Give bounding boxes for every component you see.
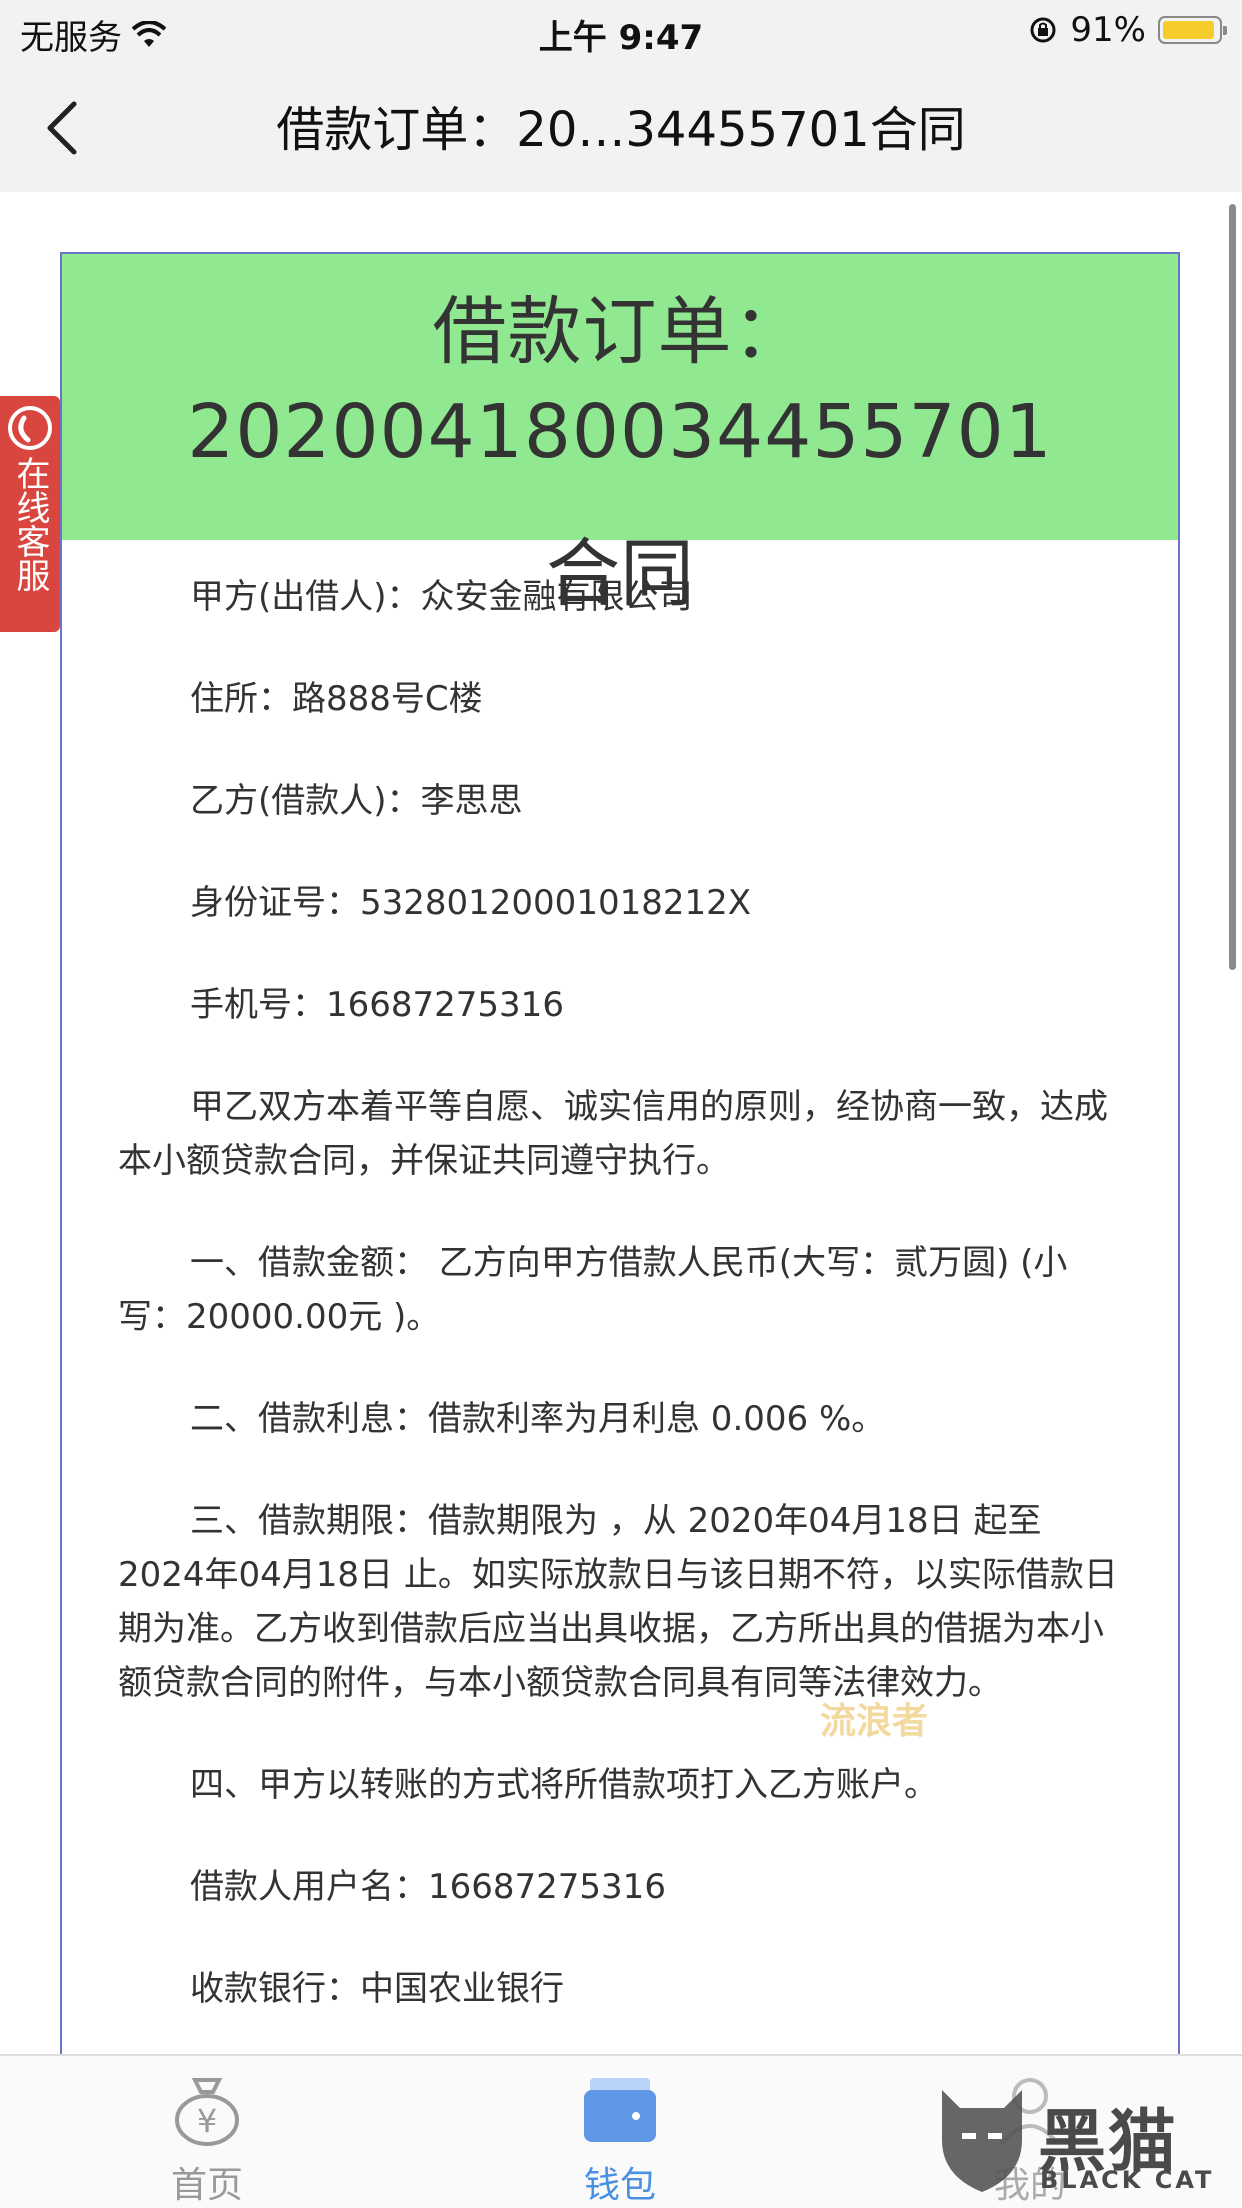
tab-home-label: 首页	[170, 2165, 243, 2206]
scrollbar[interactable]	[1229, 204, 1236, 970]
clause-1: 一、借款金额： 乙方向甲方借款人民币(大写：贰万圆) (小写：20000.00元…	[118, 1243, 1068, 1337]
clause-3: 三、借款期限：借款期限为 ，从 2020年04月18日 起至 2024年04月1…	[118, 1501, 1118, 1703]
borrower-line: 乙方(借款人)：李思思	[190, 781, 523, 821]
contract-title-line1: 借款订单：2020041800344557​01	[187, 289, 1053, 475]
svg-text:¥: ¥	[197, 2102, 217, 2140]
battery-percent: 91%	[1070, 10, 1146, 50]
status-bar: 无服务 上午 9:47 91%	[0, 0, 1242, 62]
bank-line: 收款银行：中国农业银行	[190, 1969, 564, 2009]
tab-wallet[interactable]: 钱包	[540, 2072, 700, 2208]
contract-header: 借款订单：2020041800344557​01 合同	[62, 254, 1178, 617]
watermark-text: 流浪者	[820, 1701, 929, 1742]
online-service-label: 在线客服	[10, 456, 50, 592]
navigation-bar: 借款订单：20…34455701合同	[0, 62, 1242, 192]
clause-2: 二、借款利息：借款利率为月利息 0.006 %。	[190, 1399, 886, 1439]
battery-icon	[1158, 16, 1227, 44]
tab-wallet-label: 钱包	[583, 2165, 656, 2206]
status-right: 91%	[1028, 10, 1227, 50]
username-line: 借款人用户名：16687275316	[190, 1867, 666, 1907]
page-title: 借款订单：20…34455701合同	[276, 102, 966, 158]
black-cat-logo: 黑猫 BLACK CAT	[932, 2080, 1232, 2200]
tab-home[interactable]: ¥ 首页	[127, 2072, 287, 2208]
phone-service-icon	[8, 406, 52, 450]
wallet-icon	[584, 2078, 656, 2142]
content-area[interactable]: 借款订单：2020041800344557​01 合同 甲方(出借人)：众安金融…	[0, 192, 1242, 2054]
intro-paragraph: 甲乙双方本着平等自愿、诚实信用的原则，经协商一致，达成本小额贷款合同，并保证共同…	[118, 1087, 1108, 1181]
id-number-line: 身份证号：53280120001018212X	[190, 883, 752, 923]
rotation-lock-icon	[1030, 17, 1056, 43]
lender-line: 甲方(出借人)：众安金融有限公司	[190, 577, 693, 617]
money-bag-icon: ¥	[175, 2078, 239, 2146]
clause-4: 四、甲方以转账的方式将所借款项打入乙方账户。	[190, 1765, 938, 1805]
back-chevron-icon[interactable]	[30, 92, 100, 162]
brand-en: BLACK CAT	[1040, 2166, 1215, 2194]
cat-shield-icon	[942, 2090, 1022, 2192]
phone-line: 手机号：16687275316	[190, 985, 564, 1025]
online-service-tab[interactable]: 在线客服	[0, 396, 60, 632]
address-line: 住所：路888号C楼	[190, 679, 483, 719]
contract-document: 借款订单：2020041800344557​01 合同 甲方(出借人)：众安金融…	[60, 252, 1180, 2054]
